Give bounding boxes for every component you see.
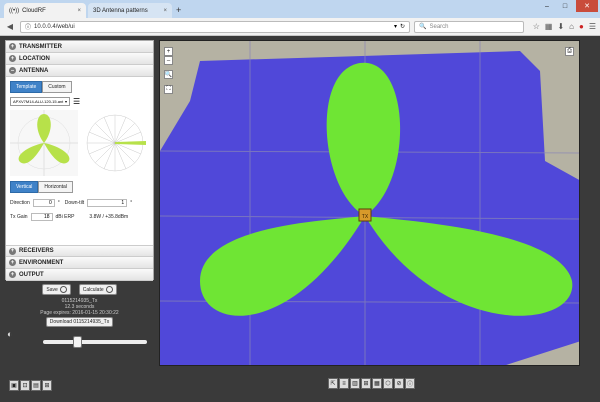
- window-close-button[interactable]: ✕: [576, 0, 598, 12]
- close-tab-icon[interactable]: ×: [77, 8, 81, 14]
- browser-tabbar: ((•)) CloudRF × 3D Antenna patterns × + …: [0, 0, 600, 18]
- erp-value: 3.8W / +35.8dBm: [89, 214, 129, 220]
- antenna-section-body: Template Custom APXV7M14-ALU-120-15.ant …: [6, 77, 153, 245]
- direction-label: Direction: [10, 200, 30, 206]
- direction-input[interactable]: 0: [32, 199, 55, 207]
- download-button[interactable]: Download 0115214935_Tx: [45, 317, 114, 327]
- section-receivers[interactable]: + RECEIVERS: [6, 245, 153, 257]
- collapse-icon: –: [9, 67, 16, 74]
- save-icon: [59, 286, 67, 293]
- chevron-down-icon: ▾: [64, 99, 67, 104]
- info-icon: ⓘ: [25, 25, 32, 31]
- txgain-unit: dBi ERP: [55, 214, 75, 220]
- addon-icon[interactable]: ●: [579, 22, 584, 31]
- tab-cloudrf[interactable]: ((•)) CloudRF ×: [4, 3, 86, 18]
- layers-tool-icon[interactable]: ⇱: [328, 378, 338, 389]
- archive-tool-icon[interactable]: ⊡: [20, 380, 30, 391]
- url-text[interactable]: 10.0.0.4/web/ui: [34, 24, 391, 30]
- tab-3d-antenna-patterns[interactable]: 3D Antenna patterns ×: [88, 3, 172, 18]
- zoom-in-button[interactable]: +: [164, 47, 173, 56]
- section-output[interactable]: + OUTPUT: [6, 269, 153, 281]
- antenna-source-tabs: Template Custom: [10, 81, 149, 93]
- antenna-pattern-plots: [10, 110, 149, 176]
- list-icon[interactable]: ☰: [73, 97, 80, 106]
- menu-icon[interactable]: ☰: [589, 22, 596, 31]
- new-tab-button[interactable]: +: [176, 5, 181, 15]
- expand-icon: +: [9, 271, 16, 278]
- address-bar[interactable]: ⓘ 10.0.0.4/web/ui ▾ ↻: [20, 20, 410, 33]
- calculate-button[interactable]: Calculate: [78, 284, 117, 295]
- map-toolbar: ⇱ ≡ ▥ ⊞ ▦ ⬡ ⊘ ⓘ: [328, 378, 415, 389]
- custom-tab[interactable]: Custom: [42, 81, 72, 93]
- back-button[interactable]: ◀: [4, 21, 16, 33]
- cloudrf-favicon-icon: ((•)): [9, 7, 20, 14]
- contrast-icon[interactable]: ◐: [7, 329, 12, 339]
- search-icon: 🔍: [419, 24, 427, 30]
- zoom-out-button[interactable]: –: [164, 56, 173, 65]
- export-tool-icon[interactable]: ▣: [9, 380, 19, 391]
- home-icon[interactable]: ⌂: [569, 22, 574, 31]
- network-tool-icon[interactable]: ⊞: [42, 380, 52, 391]
- report-tool-icon[interactable]: ▤: [31, 380, 41, 391]
- minimize-button[interactable]: –: [538, 0, 556, 12]
- expand-icon: +: [9, 43, 16, 50]
- grid-tool-icon[interactable]: ⊞: [361, 378, 371, 389]
- left-toolbar: ▣ ⊡ ▤ ⊞: [9, 380, 52, 391]
- downtilt-input[interactable]: 1: [87, 199, 128, 207]
- save-button[interactable]: Save: [42, 284, 71, 295]
- vertical-pattern-plot: [79, 110, 149, 176]
- browser-navbar: ◀ ⓘ 10.0.0.4/web/ui ▾ ↻ 🔍 Search ☆ ▦ ⬇ ⌂…: [0, 18, 600, 36]
- settings-panel: + TRANSMITTER + LOCATION – ANTENNA Templ…: [5, 40, 154, 281]
- expand-icon: +: [9, 55, 16, 62]
- table-tool-icon[interactable]: ▦: [372, 378, 382, 389]
- downtilt-label: Down-tilt: [64, 200, 85, 206]
- coverage-overlay: TX: [160, 41, 579, 365]
- degree-unit: °: [57, 200, 60, 206]
- bookmark-icon[interactable]: ☆: [533, 22, 540, 31]
- section-location[interactable]: + LOCATION: [6, 53, 153, 65]
- txgain-input[interactable]: 18: [30, 213, 53, 221]
- vertical-tab[interactable]: Vertical: [10, 181, 39, 193]
- dropdown-icon[interactable]: ▾: [394, 23, 397, 30]
- map-search-button[interactable]: 🔍: [164, 70, 173, 79]
- info-tool-icon[interactable]: ⓘ: [405, 378, 415, 389]
- horizontal-pattern-plot: [10, 110, 78, 176]
- section-environment[interactable]: + ENVIRONMENT: [6, 257, 153, 269]
- print-button[interactable]: ⎙: [565, 47, 574, 56]
- opacity-slider-handle[interactable]: [73, 336, 82, 348]
- list-tool-icon[interactable]: ≡: [339, 378, 349, 389]
- calculate-icon: [105, 286, 113, 293]
- reload-icon[interactable]: ↻: [400, 23, 405, 30]
- template-tab[interactable]: Template: [10, 81, 43, 93]
- chart-tool-icon[interactable]: ▥: [350, 378, 360, 389]
- degree-unit: °: [130, 200, 133, 206]
- txgain-label: Tx Gain: [10, 214, 28, 220]
- antenna-template-select[interactable]: APXV7M14-ALU-120-15.ant ▾: [10, 97, 70, 106]
- browser-toolbar-icons: ☆ ▦ ⬇ ⌂ ● ☰: [533, 22, 596, 31]
- download-icon[interactable]: ⬇: [557, 22, 564, 31]
- section-transmitter[interactable]: + TRANSMITTER: [6, 41, 153, 53]
- maximize-button[interactable]: □: [556, 0, 574, 12]
- horizontal-tab[interactable]: Horizontal: [38, 181, 73, 193]
- transmitter-marker-label: TX: [362, 214, 369, 220]
- opacity-slider-track[interactable]: [43, 340, 147, 344]
- calculation-info: 0115214935_Tx 12.3 seconds Page expires:…: [40, 298, 119, 316]
- close-tab-icon[interactable]: ×: [163, 8, 167, 14]
- library-icon[interactable]: ▦: [545, 22, 553, 31]
- coverage-map[interactable]: TX + – 🔍 ⛶ ⎙: [159, 40, 580, 366]
- expand-icon: +: [9, 259, 16, 266]
- clear-tool-icon[interactable]: ⊘: [394, 378, 404, 389]
- calculation-controls: Save Calculate 0115214935_Tx 12.3 second…: [5, 284, 154, 349]
- shape-tool-icon[interactable]: ⬡: [383, 378, 393, 389]
- pattern-view-tabs: Vertical Horizontal: [10, 181, 149, 193]
- section-antenna[interactable]: – ANTENNA: [6, 65, 153, 77]
- fullscreen-button[interactable]: ⛶: [164, 85, 173, 94]
- search-input[interactable]: 🔍 Search: [414, 20, 524, 33]
- expand-icon: +: [9, 247, 16, 255]
